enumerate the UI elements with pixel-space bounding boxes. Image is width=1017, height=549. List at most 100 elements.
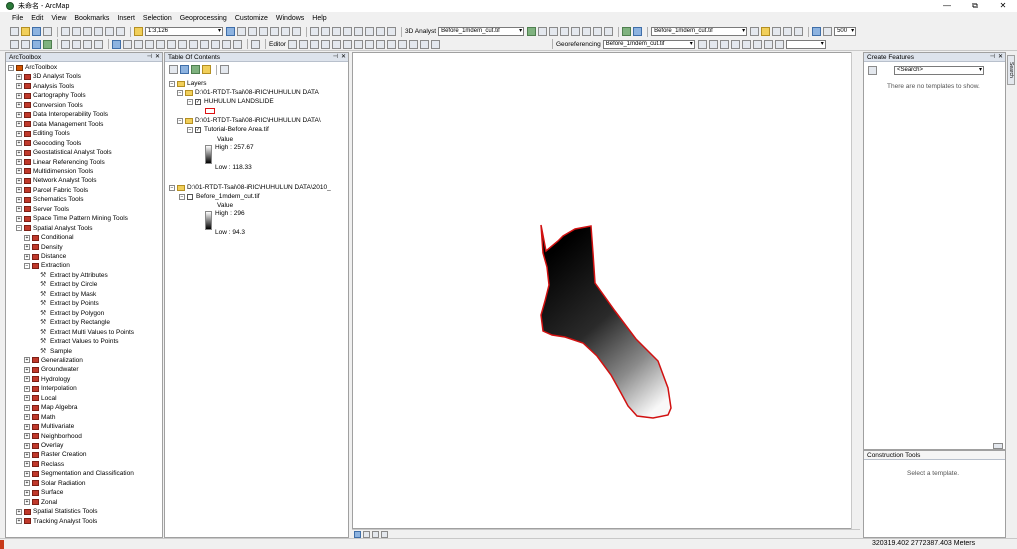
select-features-icon[interactable]	[112, 39, 121, 49]
menu-customize[interactable]: Customize	[235, 15, 268, 22]
tool-item[interactable]: ⚒ Extract by Rectangle	[32, 318, 110, 327]
pan-icon[interactable]	[32, 39, 41, 49]
template-search-input[interactable]: <Search>	[894, 66, 984, 75]
legend-color-ramp[interactable]	[205, 211, 212, 230]
toolbox-item[interactable]: + Spatial Statistics Tools	[16, 507, 98, 516]
gamma-icon[interactable]	[772, 27, 782, 36]
cut-polygons-icon[interactable]	[375, 39, 385, 49]
expand-icon[interactable]: +	[16, 102, 22, 109]
catalog-window-icon[interactable]	[248, 27, 257, 36]
toolset-item[interactable]: + Multivariate	[24, 422, 74, 431]
expand-icon[interactable]: +	[16, 177, 22, 184]
toolset-item[interactable]: + Map Algebra	[24, 403, 78, 412]
expand-icon[interactable]: +	[24, 234, 30, 241]
panel-resize-icon[interactable]	[993, 443, 1003, 449]
toolbox-item[interactable]: + Analysis Tools	[16, 82, 74, 91]
delete-icon[interactable]	[94, 27, 103, 36]
editor-menu[interactable]: Editor	[269, 41, 286, 48]
menu-help[interactable]: Help	[312, 15, 326, 22]
tool-item[interactable]: ⚒ Extract Multi Values to Points	[32, 328, 134, 337]
identify-icon[interactable]	[145, 39, 154, 49]
toolset-item[interactable]: + Neighborhood	[24, 432, 82, 441]
tool-item[interactable]: ⚒ Extract Values to Points	[32, 337, 119, 346]
expand-icon[interactable]: +	[24, 385, 30, 392]
list-by-selection-icon[interactable]	[202, 65, 211, 74]
maximize-button[interactable]: ⧉	[961, 0, 989, 12]
expand-icon[interactable]: +	[24, 357, 30, 364]
3d-analyst-label[interactable]: 3D Analyst	[405, 28, 436, 35]
toolbox-item[interactable]: + Tracking Analyst Tools	[16, 517, 97, 526]
expand-icon[interactable]: +	[16, 518, 22, 525]
toolbox-item[interactable]: + Geostatistical Analyst Tools	[16, 148, 112, 157]
pin-icon[interactable]: ⊣	[333, 53, 338, 62]
fixed-zoom-in-icon[interactable]	[61, 39, 70, 49]
refresh-icon[interactable]	[372, 530, 379, 538]
expand-icon[interactable]: +	[24, 461, 30, 468]
toolset-item[interactable]: + Segmentation and Classification	[24, 469, 134, 478]
auto-registration-icon[interactable]	[763, 39, 773, 49]
find-icon[interactable]	[156, 39, 165, 49]
map-horizontal-scrollbar[interactable]	[352, 529, 860, 538]
interpolate-icon[interactable]	[538, 27, 548, 36]
toc-layer-before-area[interactable]: − ✓ Tutorial-Before Area.tif	[187, 125, 269, 134]
layers-frame-row[interactable]: − Layers	[169, 79, 207, 88]
toc-options-icon[interactable]	[220, 65, 229, 74]
attributes-icon[interactable]	[408, 39, 418, 49]
resolution-combo[interactable]: 500	[834, 27, 857, 36]
swipe-icon[interactable]	[783, 27, 793, 36]
expand-icon[interactable]: +	[16, 187, 22, 194]
globe-icon[interactable]	[560, 27, 570, 36]
list-by-source-icon[interactable]	[180, 65, 189, 74]
georeferencing-layer-combo[interactable]: Before_1mdem_cut.tif	[602, 39, 695, 49]
legend-color-ramp[interactable]	[205, 145, 212, 164]
close-icon[interactable]: ✕	[341, 53, 346, 62]
toolset-item[interactable]: + Solar Radiation	[24, 479, 85, 488]
toolset-item[interactable]: − Extraction	[24, 261, 70, 270]
create-viewer-icon[interactable]	[233, 39, 242, 49]
expand-icon[interactable]: +	[24, 253, 30, 260]
collapse-icon[interactable]: −	[8, 64, 14, 71]
toolset-item[interactable]: + Raster Creation	[24, 450, 87, 459]
fixed-zoom-out-icon[interactable]	[72, 39, 81, 49]
toolset-item[interactable]: + Density	[24, 243, 63, 252]
expand-icon[interactable]: +	[16, 206, 22, 213]
create-features-icon[interactable]	[430, 39, 440, 49]
new-icon[interactable]	[10, 27, 19, 36]
tool-item[interactable]: ⚒ Extract by Points	[32, 299, 99, 308]
toc-layer-before-dem[interactable]: − Before_1mdem_cut.tif	[179, 192, 260, 201]
rotation-angle-input[interactable]	[785, 39, 826, 49]
collapse-icon[interactable]: −	[187, 126, 193, 133]
globe-view-icon[interactable]	[622, 27, 632, 36]
toc-group-1[interactable]: − D:\01-RTDT-Tsai\08-iRIC\HUHULUN DATA	[177, 88, 319, 97]
expand-icon[interactable]: +	[16, 168, 22, 175]
collapse-icon[interactable]: −	[16, 225, 22, 232]
toolset-item[interactable]: + Overlay	[24, 441, 63, 450]
shift-icon[interactable]	[708, 39, 718, 49]
toolbox-item[interactable]: − Spatial Analyst Tools	[16, 224, 93, 233]
toc-layer-landslide[interactable]: − ✓ HUHULUN LANDSLIDE	[187, 97, 274, 106]
organize-templates-icon[interactable]	[868, 66, 877, 75]
steepest-path-icon[interactable]	[354, 27, 363, 36]
save-icon[interactable]	[32, 27, 41, 36]
edit-annotation-icon[interactable]	[298, 39, 308, 49]
search-side-tab[interactable]: Search	[1007, 55, 1015, 85]
scene-icon[interactable]	[549, 27, 559, 36]
hyperlink-icon[interactable]	[167, 39, 176, 49]
flight-icon[interactable]	[571, 27, 581, 36]
point-icon[interactable]	[342, 39, 352, 49]
expand-icon[interactable]: +	[16, 508, 22, 515]
list-by-visibility-icon[interactable]	[191, 65, 200, 74]
contrast-icon[interactable]	[750, 27, 760, 36]
collapse-icon[interactable]: −	[179, 193, 185, 200]
html-popup-icon[interactable]	[178, 39, 187, 49]
create-tin-icon[interactable]	[582, 27, 592, 36]
full-extent-icon[interactable]	[43, 39, 52, 49]
list-by-drawing-order-icon[interactable]	[169, 65, 178, 74]
brightness-icon[interactable]	[761, 27, 771, 36]
view-link-table-icon[interactable]	[741, 39, 751, 49]
toolset-item[interactable]: + Conditional	[24, 233, 74, 242]
zoom-in-icon[interactable]	[10, 39, 19, 49]
forward-extent-icon[interactable]	[94, 39, 103, 49]
rotate-raster-icon[interactable]	[697, 39, 707, 49]
redo-icon[interactable]	[116, 27, 125, 36]
